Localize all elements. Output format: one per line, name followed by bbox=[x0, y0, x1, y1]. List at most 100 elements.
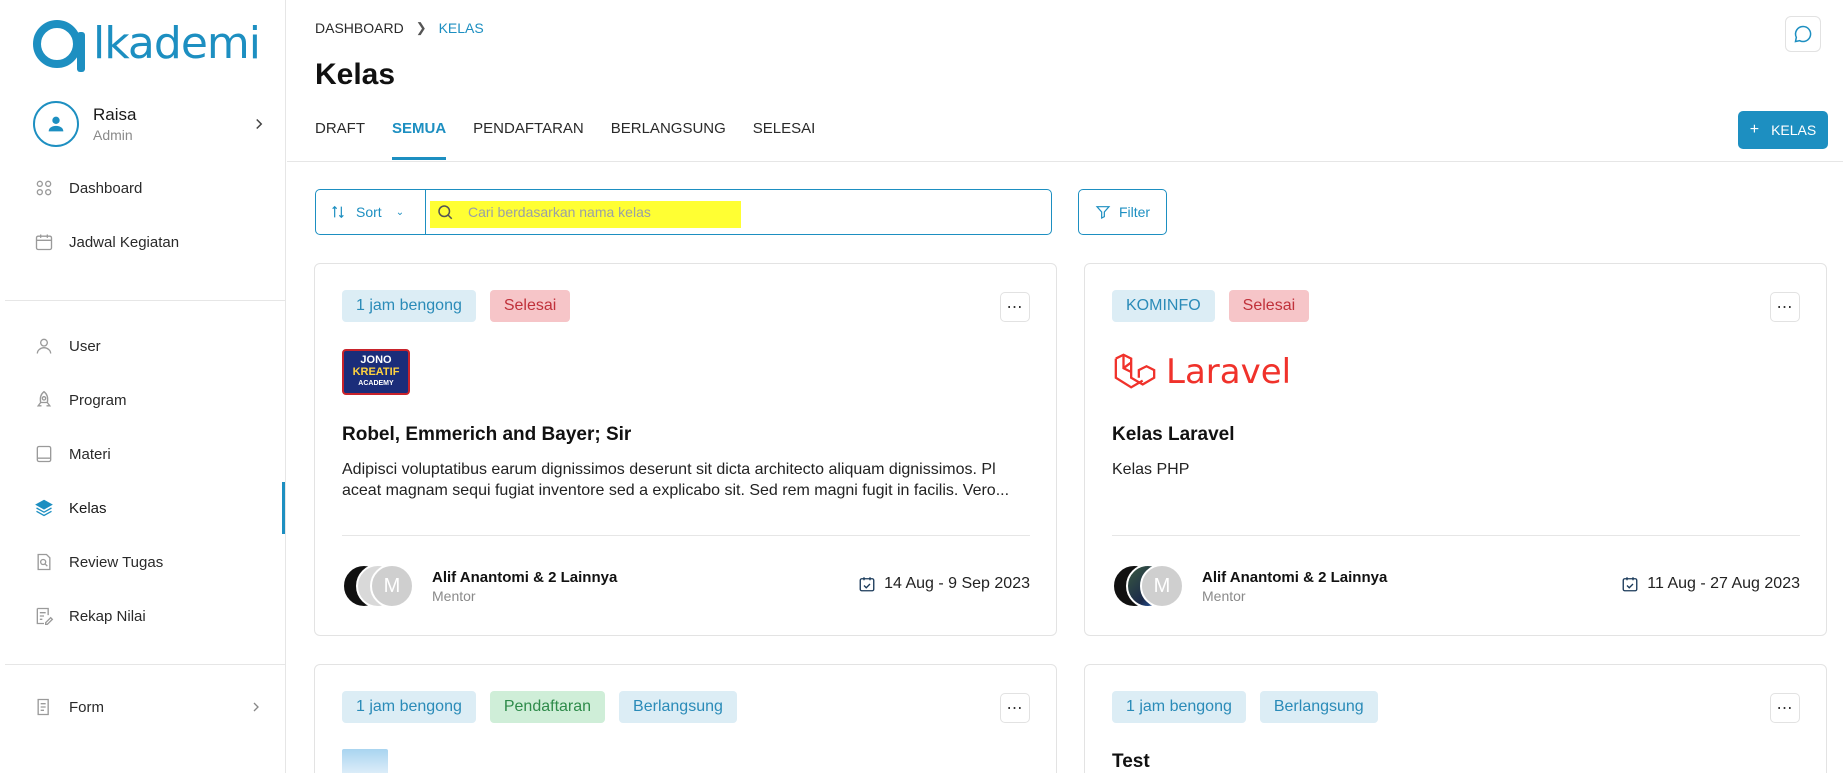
breadcrumb-dashboard[interactable]: DASHBOARD bbox=[315, 20, 404, 36]
mentor-name: Alif Anantomi & 2 Lainnya bbox=[1202, 568, 1388, 586]
date-range: 11 Aug - 27 Aug 2023 bbox=[1647, 575, 1800, 592]
sidebar-item-label: Jadwal Kegiatan bbox=[69, 233, 180, 251]
sort-label: Sort bbox=[356, 204, 382, 220]
sort-arrows-icon bbox=[332, 205, 344, 219]
sidebar-item-program[interactable]: Program bbox=[33, 380, 286, 420]
sidebar-item-dashboard[interactable]: Dashboard bbox=[33, 168, 286, 208]
jono-kreatif-logo: JONO KREATIF ACADEMY bbox=[342, 349, 410, 395]
class-card[interactable]: KOMINFO Selesai ⋯ Laravel Kelas Laravel … bbox=[1084, 263, 1827, 636]
class-description: Kelas PHP bbox=[1112, 459, 1802, 480]
program-badge: KOMINFO bbox=[1112, 290, 1215, 322]
class-title[interactable]: Robel, Emmerich and Bayer; Sir bbox=[342, 424, 631, 446]
sidebar-divider bbox=[5, 664, 286, 665]
status-tabs: DRAFT SEMUA PENDAFTARAN BERLANGSUNG SELE… bbox=[315, 110, 842, 160]
tab-pendaftaran[interactable]: PENDAFTARAN bbox=[473, 110, 584, 160]
tab-berlangsung[interactable]: BERLANGSUNG bbox=[611, 110, 726, 160]
laravel-wordmark: Laravel bbox=[1166, 352, 1292, 392]
tab-draft[interactable]: DRAFT bbox=[315, 110, 365, 160]
card-divider bbox=[342, 535, 1030, 536]
class-logo: Laravel bbox=[1112, 349, 1291, 395]
mentor-avatars: M bbox=[1112, 564, 1192, 608]
sidebar-item-review-tugas[interactable]: Review Tugas bbox=[33, 542, 286, 582]
grid-icon bbox=[33, 177, 55, 199]
sidebar-item-jadwal-kegiatan[interactable]: Jadwal Kegiatan bbox=[33, 222, 286, 262]
mentor-role: Mentor bbox=[1202, 587, 1246, 604]
form-icon bbox=[33, 696, 55, 718]
chat-bubble-icon bbox=[1794, 25, 1812, 43]
logo-line: KREATIF bbox=[352, 366, 400, 378]
mentor-info: M Alif Anantomi & 2 Lainnya Mentor bbox=[342, 564, 617, 608]
logo-mark-icon bbox=[33, 20, 85, 72]
sidebar-item-rekap-nilai[interactable]: Rekap Nilai bbox=[33, 596, 286, 636]
class-card[interactable]: 1 jam bengong Berlangsung ⋯ Test bbox=[1084, 664, 1827, 773]
class-logo bbox=[342, 749, 388, 773]
class-title[interactable]: Kelas Laravel bbox=[1112, 424, 1235, 446]
chevron-right-icon: ❯ bbox=[415, 20, 427, 35]
more-options-button[interactable]: ⋯ bbox=[1000, 292, 1030, 322]
more-options-button[interactable]: ⋯ bbox=[1770, 292, 1800, 322]
search-bar: Sort ⌄ bbox=[315, 189, 1052, 235]
profile-menu[interactable]: Raisa Admin bbox=[33, 100, 268, 148]
card-divider bbox=[1112, 535, 1800, 536]
add-kelas-label: KELAS bbox=[1771, 122, 1817, 138]
tab-semua[interactable]: SEMUA bbox=[392, 110, 447, 160]
class-card[interactable]: 1 jam bengong Selesai ⋯ JONO KREATIF ACA… bbox=[314, 263, 1057, 636]
status-badge: Berlangsung bbox=[1259, 691, 1378, 723]
sidebar-item-label: Kelas bbox=[69, 499, 107, 517]
layers-icon bbox=[33, 497, 55, 519]
chat-button[interactable] bbox=[1785, 16, 1821, 52]
review-icon bbox=[33, 551, 55, 573]
sidebar: lkademi Raisa Admin Dashboard Jadwal Keg… bbox=[5, 0, 286, 773]
filter-button[interactable]: Filter bbox=[1078, 189, 1167, 235]
mentor-avatars: M bbox=[342, 564, 422, 608]
sidebar-item-materi[interactable]: Materi bbox=[33, 434, 286, 474]
program-badge: 1 jam bengong bbox=[1112, 691, 1246, 723]
avatar: M bbox=[1140, 564, 1184, 608]
sidebar-item-label: Rekap Nilai bbox=[69, 607, 146, 625]
profile-name: Raisa bbox=[93, 105, 137, 124]
header-divider bbox=[287, 161, 1843, 162]
add-kelas-button[interactable]: + KELAS bbox=[1738, 111, 1828, 149]
edit-list-icon bbox=[33, 605, 55, 627]
date-range: 14 Aug - 9 Sep 2023 bbox=[884, 575, 1030, 592]
search-input[interactable] bbox=[468, 204, 1028, 220]
sidebar-item-label: Form bbox=[69, 698, 104, 716]
rocket-icon bbox=[33, 389, 55, 411]
more-options-button[interactable]: ⋯ bbox=[1770, 693, 1800, 723]
laravel-icon bbox=[1114, 353, 1156, 389]
sidebar-divider bbox=[5, 300, 286, 301]
user-avatar-icon bbox=[48, 116, 64, 132]
sidebar-item-label: Review Tugas bbox=[69, 553, 164, 571]
breadcrumb-current: KELAS bbox=[438, 20, 484, 36]
alkademi-logo[interactable]: lkademi bbox=[33, 14, 261, 74]
chevron-down-icon: ⌄ bbox=[395, 206, 405, 218]
page-title: Kelas bbox=[315, 58, 396, 91]
tab-selesai[interactable]: SELESAI bbox=[753, 110, 816, 160]
filter-label: Filter bbox=[1118, 204, 1151, 220]
sidebar-item-label: Materi bbox=[69, 445, 111, 463]
more-options-button[interactable]: ⋯ bbox=[1000, 693, 1030, 723]
sidebar-item-kelas[interactable]: Kelas bbox=[33, 488, 286, 528]
search-field bbox=[426, 190, 1051, 234]
chevron-right-icon bbox=[256, 118, 263, 130]
sidebar-item-form[interactable]: Form bbox=[33, 687, 286, 727]
status-badge: Pendaftaran bbox=[489, 691, 606, 723]
book-icon bbox=[33, 443, 55, 465]
mentor-name: Alif Anantomi & 2 Lainnya bbox=[432, 568, 618, 586]
desc-line: aceat magnam sequi fugiat inventore sed … bbox=[342, 482, 1010, 499]
search-icon bbox=[436, 203, 454, 221]
sidebar-item-user[interactable]: User bbox=[33, 326, 286, 366]
logo-line: ACADEMY bbox=[358, 380, 394, 387]
calendar-check-icon bbox=[859, 577, 875, 592]
calendar-check-icon bbox=[1622, 577, 1638, 592]
class-thumbnail bbox=[342, 749, 388, 773]
class-title[interactable]: Test bbox=[1112, 751, 1150, 773]
class-card[interactable]: 1 jam bengong Pendaftaran Berlangsung ⋯ bbox=[314, 664, 1057, 773]
filter-funnel-icon bbox=[1095, 206, 1111, 219]
status-badge: Selesai bbox=[1228, 290, 1310, 322]
sort-dropdown[interactable]: Sort ⌄ bbox=[316, 190, 426, 234]
sidebar-item-label: Dashboard bbox=[69, 179, 143, 197]
avatar: M bbox=[370, 564, 414, 608]
desc-line: Kelas PHP bbox=[1112, 461, 1190, 478]
logo-line: JONO bbox=[360, 354, 392, 366]
